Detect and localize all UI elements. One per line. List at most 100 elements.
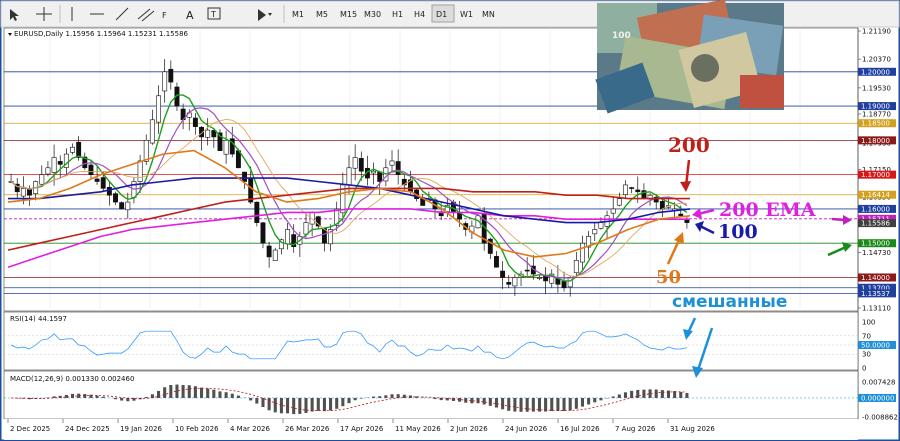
date-tick-label: 2 Jun 2026 (450, 425, 488, 433)
candle-body (678, 213, 684, 217)
svg-text:F: F (162, 11, 167, 20)
timeframe-m15[interactable]: M15 (340, 10, 357, 19)
timeframe-w1[interactable]: W1 (460, 10, 473, 19)
macd-tick-label: 0.007428 (862, 379, 895, 387)
svg-text:100: 100 (612, 31, 631, 41)
banknotes-image: 100 (595, 0, 784, 114)
timeframe-mn[interactable]: MN (482, 10, 495, 19)
candle-body (57, 161, 63, 165)
candle-body (266, 245, 272, 258)
candle-body (623, 184, 628, 195)
candle-body (494, 256, 499, 268)
macd-tick-label: 0.000000 (861, 394, 894, 402)
price-level-label: 1.16414 (861, 191, 890, 199)
annotation-mixed: смешанные (672, 292, 787, 312)
macd-tick-label: -0.008862 (862, 414, 898, 422)
price-level-label: 1.18000 (861, 137, 890, 145)
candle-body (684, 219, 690, 223)
svg-text:T: T (210, 10, 216, 19)
candle-body (567, 277, 573, 288)
svg-text:A: A (186, 9, 194, 22)
candle-body (137, 160, 143, 182)
candle-body (260, 222, 266, 244)
candle-body (395, 161, 401, 175)
trading-chart-window: F A T M1 M5 M15 M30 H1 H4 D1 W1 MN EURUSD,Daily … (0, 0, 900, 441)
date-tick-label: 10 Feb 2026 (175, 425, 219, 433)
timeframe-m30[interactable]: M30 (364, 10, 381, 19)
annotation-50: 50 (656, 267, 681, 288)
price-level-label: 1.13537 (861, 290, 890, 298)
price-tick-label: 1.14730 (862, 249, 891, 257)
candle-body (629, 187, 635, 189)
rsi-tick-label: 30 (862, 351, 871, 359)
annotation-100: 100 (718, 221, 758, 243)
candle-body (39, 174, 45, 185)
candle-body (500, 270, 506, 278)
timeframe-h1[interactable]: H1 (392, 10, 403, 19)
price-level-label: 1.14000 (861, 274, 890, 282)
candle-body (358, 158, 364, 172)
candle-body (88, 164, 94, 175)
price-level-label: 1.16000 (861, 205, 890, 213)
time-axis: 2 Dec 2025 24 Dec 2025 19 Jan 2026 10 Feb 2… (4, 419, 858, 440)
candle-body (303, 222, 309, 235)
timeframe-m1[interactable]: M1 (292, 10, 304, 19)
rsi-header: RSI(14) 44.1597 (10, 315, 67, 323)
date-tick-label: 11 May 2026 (395, 425, 441, 433)
candle-body (168, 68, 174, 83)
price-tick-label: 1.19530 (862, 84, 891, 92)
candle-body (371, 170, 377, 174)
price-level-label: 1.18500 (861, 120, 890, 128)
price-tick-label: 1.21190 (862, 28, 891, 36)
date-tick-label: 17 Apr 2026 (340, 425, 384, 433)
annotation-200-ema: 200 EMA (719, 199, 816, 221)
candle-body (389, 160, 395, 166)
date-tick-label: 31 Aug 2026 (670, 425, 715, 433)
candle-body (377, 171, 383, 182)
candle-body (205, 129, 211, 138)
fibonacci-tool-icon[interactable]: F (162, 11, 167, 20)
candle-body (506, 282, 512, 285)
candle-body (45, 167, 51, 175)
macd-header: MACD(12,26,9) 0.001330 0.002460 (10, 375, 134, 383)
candle-body (616, 198, 622, 206)
timeframe-d1[interactable]: D1 (436, 10, 447, 19)
date-tick-label: 19 Jan 2026 (120, 425, 163, 433)
date-tick-label: 24 Dec 2025 (65, 425, 110, 433)
candle-body (537, 277, 542, 279)
candle-body (119, 202, 125, 210)
candle-body (285, 229, 291, 245)
date-tick-label: 7 Aug 2026 (615, 425, 656, 433)
candle-body (51, 157, 57, 173)
candle-body (561, 281, 567, 289)
rsi-tick-label: 70 (862, 332, 871, 340)
candle-body (162, 71, 168, 92)
candle-body (20, 188, 26, 197)
rsi-panel: RSI(14) 44.1597 100 70 50.000030 0 (3, 311, 896, 373)
candle-body (512, 277, 518, 287)
candle-body (580, 242, 585, 263)
price-tick-label: 1.18770 (862, 110, 891, 118)
candle-body (524, 269, 530, 272)
timeframe-m5[interactable]: M5 (316, 10, 328, 19)
price-level-label: 1.17000 (861, 171, 890, 179)
text-tool-icon[interactable]: A (186, 9, 194, 22)
candle-body (610, 208, 616, 214)
date-tick-label: 26 Mar 2026 (285, 425, 330, 433)
date-tick-label: 2 Dec 2025 (10, 425, 50, 433)
price-level-label: 1.20000 (861, 68, 890, 76)
candle-body (94, 178, 100, 182)
price-level-label: 1.15000 (861, 240, 890, 248)
candle-body (156, 95, 161, 123)
candle-body (125, 201, 131, 211)
candle-body (106, 186, 112, 196)
candle-body (635, 189, 641, 193)
candle-body (242, 171, 247, 182)
candle-body (352, 157, 358, 169)
candle-body (70, 146, 75, 153)
candle-body (76, 141, 82, 158)
candle-body (598, 222, 604, 229)
date-tick-label: 24 Jun 2026 (505, 425, 548, 433)
timeframe-h4[interactable]: H4 (414, 10, 425, 19)
date-tick-label: 16 Jul 2026 (560, 425, 600, 433)
